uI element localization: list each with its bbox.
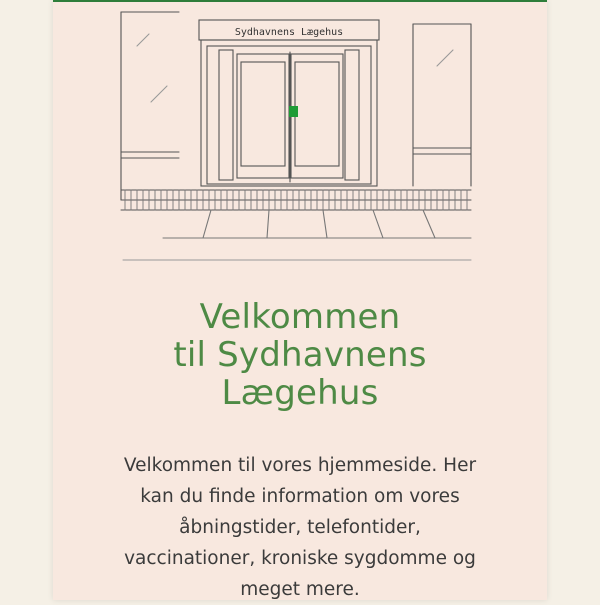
storefront-sign-text: Sydhavnens Lægehus	[235, 27, 343, 38]
storefront-illustration: Sydhavnens Lægehus	[120, 11, 472, 261]
welcome-heading-line-3: Lægehus	[221, 373, 379, 413]
top-accent-rule	[53, 0, 547, 2]
welcome-heading-line-2: til Sydhavnens	[173, 335, 427, 375]
page-container: Sydhavnens Lægehus Velkommen til Sydhavn…	[53, 0, 547, 600]
door-marker	[289, 106, 298, 117]
welcome-heading-line-1: Velkommen	[199, 297, 401, 337]
welcome-heading: Velkommen til Sydhavnens Lægehus	[53, 298, 547, 412]
intro-paragraph: Velkommen til vores hjemmeside. Her kan …	[123, 455, 477, 600]
